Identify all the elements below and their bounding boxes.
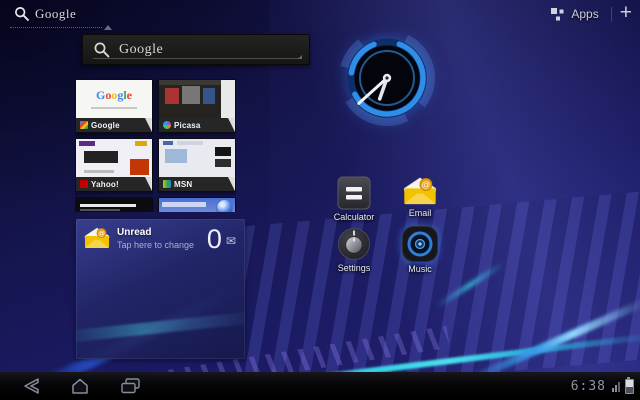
system-bar: 6:38 — [0, 372, 640, 400]
bookmark-label: Google — [76, 118, 152, 132]
analog-clock-widget[interactable] — [331, 24, 443, 136]
add-widget-button[interactable]: + — [616, 2, 640, 25]
recent-apps-button[interactable] — [112, 375, 148, 397]
action-bar-divider — [610, 6, 612, 22]
app-label: Email — [408, 208, 432, 218]
app-label: Calculator — [333, 212, 375, 222]
search-caret — [104, 25, 112, 30]
calculator-icon — [337, 176, 371, 210]
settings-icon — [338, 228, 370, 260]
app-label: Settings — [337, 263, 371, 273]
home-icon — [72, 378, 88, 394]
recent-apps-icon — [121, 378, 140, 394]
apps-button-label: Apps — [571, 7, 599, 21]
google-logo-text: Google — [119, 41, 164, 57]
bookmark-yahoo-thumbnail — [76, 139, 152, 177]
bookmark-picasa[interactable]: Picasa — [158, 79, 236, 133]
unread-count: 0 — [206, 224, 222, 254]
app-shortcut-email[interactable]: @ Email — [391, 176, 449, 218]
globe-icon — [217, 200, 232, 212]
bookmark-yahoo[interactable]: Yahoo! — [75, 138, 153, 192]
music-icon — [402, 226, 438, 262]
google-favicon — [80, 121, 88, 129]
bookmark-partial-thumbnail — [76, 198, 152, 212]
email-unread-widget[interactable]: @ Unread Tap here to change 0 ✉ — [76, 219, 245, 359]
app-shortcut-calculator[interactable]: Calculator — [325, 176, 383, 222]
clock-time: 6:38 — [570, 378, 606, 394]
apps-button[interactable]: Apps — [550, 7, 599, 22]
bookmark-google[interactable]: Google Google — [75, 79, 153, 133]
bookmark-label: Yahoo! — [76, 177, 152, 191]
envelope-icon: @ — [84, 227, 110, 248]
msn-favicon — [163, 180, 171, 188]
home-button[interactable] — [62, 375, 98, 397]
search-icon — [15, 7, 29, 21]
svg-text:@: @ — [422, 179, 431, 189]
home-screen: Google Apps + Google Google Google Picas… — [0, 0, 640, 400]
picasa-favicon — [163, 121, 171, 129]
analog-clock-face — [339, 29, 435, 126]
google-search-trigger[interactable]: Google — [10, 2, 112, 30]
wallpaper-ridges — [243, 189, 640, 395]
search-trigger-label: Google — [35, 6, 77, 21]
bookmark-partial-right[interactable] — [158, 197, 236, 212]
bookmarks-widget: Google Google Picasa Yahoo! MSN — [75, 79, 236, 212]
email-widget-title: Unread — [117, 227, 152, 238]
bookmark-partial-thumbnail — [159, 198, 235, 212]
search-input-underline — [93, 58, 300, 59]
battery-icon — [625, 376, 634, 394]
signal-icon — [612, 381, 620, 392]
yahoo-favicon — [80, 180, 88, 188]
bookmark-label: Picasa — [159, 118, 235, 132]
search-underline — [10, 27, 102, 28]
bookmark-google-thumbnail: Google — [76, 80, 152, 118]
bookmark-label: MSN — [159, 177, 235, 191]
widget-streak — [76, 310, 245, 344]
bookmark-partial-left[interactable] — [75, 197, 153, 212]
bookmark-picasa-thumbnail — [159, 80, 235, 118]
back-button[interactable] — [12, 375, 48, 397]
email-widget-subtitle: Tap here to change — [117, 240, 195, 250]
mail-glyph-icon: ✉ — [225, 234, 236, 248]
bookmark-msn-thumbnail — [159, 139, 235, 177]
back-icon — [24, 378, 39, 394]
status-area[interactable]: 6:38 — [570, 376, 634, 394]
apps-grid-icon — [551, 7, 564, 20]
google-search-widget[interactable]: Google — [82, 34, 310, 65]
app-shortcut-settings[interactable]: Settings — [325, 227, 383, 273]
bookmark-msn[interactable]: MSN — [158, 138, 236, 192]
svg-text:@: @ — [98, 230, 105, 237]
app-label: Music — [408, 264, 432, 274]
action-bar: Google Apps + — [0, 0, 640, 30]
email-app-icon: @ — [403, 177, 437, 205]
app-shortcut-music[interactable]: Music — [391, 226, 449, 274]
search-icon — [94, 42, 110, 57]
search-input-notch — [298, 55, 302, 59]
